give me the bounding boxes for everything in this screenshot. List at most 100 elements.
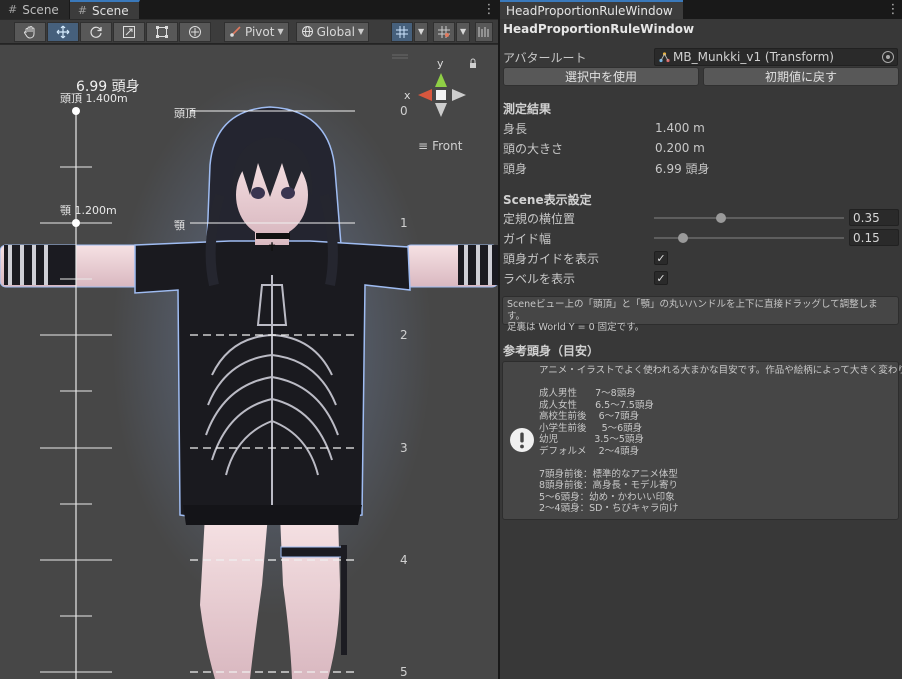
show-labels-row: ラベルを表示 bbox=[503, 269, 899, 287]
right-wristband bbox=[458, 245, 498, 285]
move-icon bbox=[56, 25, 70, 38]
hamburger-icon: ≡ bbox=[418, 139, 429, 153]
hand-tool-button[interactable] bbox=[14, 21, 46, 42]
show-head-guides-label: 頭身ガイドを表示 bbox=[503, 251, 600, 266]
hash-icon: # bbox=[77, 4, 88, 17]
chin-guide-mark: 顎 bbox=[174, 219, 185, 232]
reference-line: 高校生前後 6～7頭身 bbox=[539, 411, 640, 422]
ruler-position-slider[interactable] bbox=[654, 209, 844, 227]
head-proportion-window: HeadProportionRuleWindow ⋮ HeadProportio… bbox=[500, 0, 902, 679]
top-height-label: 頭頂 1.400m bbox=[60, 92, 128, 105]
chevron-down-icon: ▼ bbox=[357, 27, 365, 36]
scale-tool-button[interactable] bbox=[113, 21, 145, 42]
pivot-icon bbox=[230, 26, 241, 37]
kebab-menu-icon[interactable]: ⋮ bbox=[480, 0, 498, 19]
reference-line: デフォルメ 2～4頭身 bbox=[539, 445, 640, 457]
pivot-dropdown[interactable]: Pivot ▼ bbox=[224, 21, 289, 42]
tab-label: Scene bbox=[22, 2, 59, 17]
use-selection-button[interactable]: 選択中を使用 bbox=[503, 67, 699, 86]
hash-icon: # bbox=[8, 3, 18, 16]
reset-button[interactable]: 初期値に戻す bbox=[703, 67, 899, 86]
transform-icon bbox=[189, 25, 201, 38]
measure-heading: 測定結果 bbox=[503, 102, 552, 116]
guide-width-label: ガイド幅 bbox=[503, 231, 552, 246]
tab-label: HeadProportionRuleWindow bbox=[506, 3, 673, 18]
ruler-position-field[interactable]: 0.35 bbox=[849, 209, 899, 226]
globe-icon bbox=[301, 26, 313, 37]
show-head-guides-checkbox[interactable]: ✓ bbox=[654, 251, 668, 265]
tab-label: Scene bbox=[92, 3, 129, 18]
scene-panel: # Scene # Scene ⋮ Pivot ▼ Global ▼ ▼ ▼ ✝… bbox=[0, 0, 498, 679]
slider-thumb[interactable] bbox=[715, 213, 726, 223]
snap-increment-button[interactable] bbox=[433, 21, 456, 42]
guide-width-slider[interactable] bbox=[654, 229, 844, 247]
tab-scene-1[interactable]: # Scene bbox=[0, 0, 70, 19]
grid-dropdown[interactable]: ▼ bbox=[414, 21, 429, 42]
panel-grip-icon bbox=[392, 54, 408, 59]
head-tick-1: 1 bbox=[400, 216, 408, 230]
object-picker-icon[interactable] bbox=[882, 51, 894, 63]
pivot-label: Pivot bbox=[245, 24, 275, 39]
view-front-toggle[interactable]: ≡ Front bbox=[418, 139, 462, 153]
gizmo-x-label: x bbox=[404, 89, 411, 102]
reference-line: アニメ・イラストでよく使われる大まかな目安です。作品や絵柄によって大きく変わりま… bbox=[539, 365, 902, 376]
tab-scene-2[interactable]: # Scene bbox=[69, 0, 140, 19]
show-head-guides-row: 頭身ガイドを表示 bbox=[503, 249, 899, 267]
measure-label: 頭の大きさ bbox=[503, 141, 564, 156]
grid-snap-button[interactable] bbox=[391, 21, 414, 42]
rule-window-tabbar: HeadProportionRuleWindow ⋮ bbox=[500, 0, 902, 19]
snap-dropdown[interactable]: ▼ bbox=[456, 21, 471, 42]
scene-viewport[interactable]: ✝ 6.99 頭身 頭頂 1.400m 顎 1.200m 頭頂 顎 0 1 2 … bbox=[0, 45, 498, 679]
reference-line: 7頭身前後：標準的なアニメ体型 bbox=[539, 468, 678, 480]
tab-head-proportion[interactable]: HeadProportionRuleWindow bbox=[500, 0, 683, 19]
guide-width-field[interactable]: 0.15 bbox=[849, 229, 899, 246]
transform-icon bbox=[659, 51, 670, 62]
reference-line bbox=[539, 377, 896, 389]
slider-thumb[interactable] bbox=[677, 233, 688, 243]
top-handle[interactable] bbox=[72, 107, 80, 115]
ruler-button[interactable] bbox=[475, 21, 494, 42]
avatar-character[interactable]: ✝ bbox=[0, 75, 498, 679]
lock-icon[interactable] bbox=[470, 58, 476, 68]
gizmo-y-label: y bbox=[437, 57, 444, 70]
head-tick-5: 5 bbox=[400, 665, 408, 679]
reference-lines: アニメ・イラストでよく使われる大まかな目安です。作品や絵柄によって大きく変わりま… bbox=[539, 365, 902, 515]
reference-line: 2～4頭身：SD・ちびキャラ向け bbox=[539, 503, 679, 514]
chin-handle[interactable] bbox=[72, 219, 80, 227]
slider-track bbox=[654, 217, 844, 219]
rotate-tool-button[interactable] bbox=[80, 21, 112, 42]
measure-value: 0.200 m bbox=[655, 141, 705, 155]
head-tick-4: 4 bbox=[400, 553, 408, 567]
reference-line bbox=[539, 457, 896, 469]
kebab-menu-icon[interactable]: ⋮ bbox=[884, 0, 902, 19]
chin-height-label: 顎 1.200m bbox=[60, 204, 117, 217]
avatar-root-value: MB_Munkki_v1 (Transform) bbox=[673, 50, 834, 64]
help-line: Sceneビュー上の「頭頂」と「顎」の丸いハンドルを上下に直接ドラッグして調整し… bbox=[507, 299, 878, 322]
view-front-label: Front bbox=[432, 139, 463, 153]
measure-row-height: 身長 1.400 m bbox=[503, 119, 899, 137]
rotate-icon bbox=[90, 26, 102, 38]
transform-tool-button[interactable] bbox=[179, 21, 211, 42]
svg-text:✝: ✝ bbox=[267, 240, 277, 254]
orientation-gizmo[interactable] bbox=[418, 73, 466, 117]
head-tick-0: 0 bbox=[400, 104, 408, 118]
measure-value: 6.99 頭身 bbox=[655, 161, 710, 176]
reference-line: 8頭身前後：高身長・モデル寄り bbox=[539, 480, 679, 491]
rect-tool-button[interactable] bbox=[146, 21, 178, 42]
top-guide-mark: 頭頂 bbox=[174, 107, 196, 120]
help-line: 足裏は World Y = 0 固定です。 bbox=[507, 322, 645, 333]
reference-line: 成人女性 6.5～7.5頭身 bbox=[539, 399, 654, 411]
grid-icon bbox=[396, 25, 409, 38]
global-dropdown[interactable]: Global ▼ bbox=[295, 21, 370, 42]
snap-grid-icon bbox=[438, 25, 451, 38]
head-tick-2: 2 bbox=[400, 328, 408, 342]
height-ruler bbox=[40, 111, 112, 679]
show-labels-checkbox[interactable]: ✓ bbox=[654, 271, 668, 285]
hand-icon bbox=[24, 25, 35, 39]
info-exclamation-icon bbox=[509, 427, 535, 453]
avatar-root-field[interactable]: MB_Munkki_v1 (Transform) bbox=[654, 48, 898, 66]
reference-help-box: アニメ・イラストでよく使われる大まかな目安です。作品や絵柄によって大きく変わりま… bbox=[502, 361, 902, 520]
reference-line: 小学生前後 5～6頭身 bbox=[539, 422, 643, 434]
measure-value: 1.400 m bbox=[655, 121, 705, 135]
move-tool-button[interactable] bbox=[47, 21, 79, 42]
